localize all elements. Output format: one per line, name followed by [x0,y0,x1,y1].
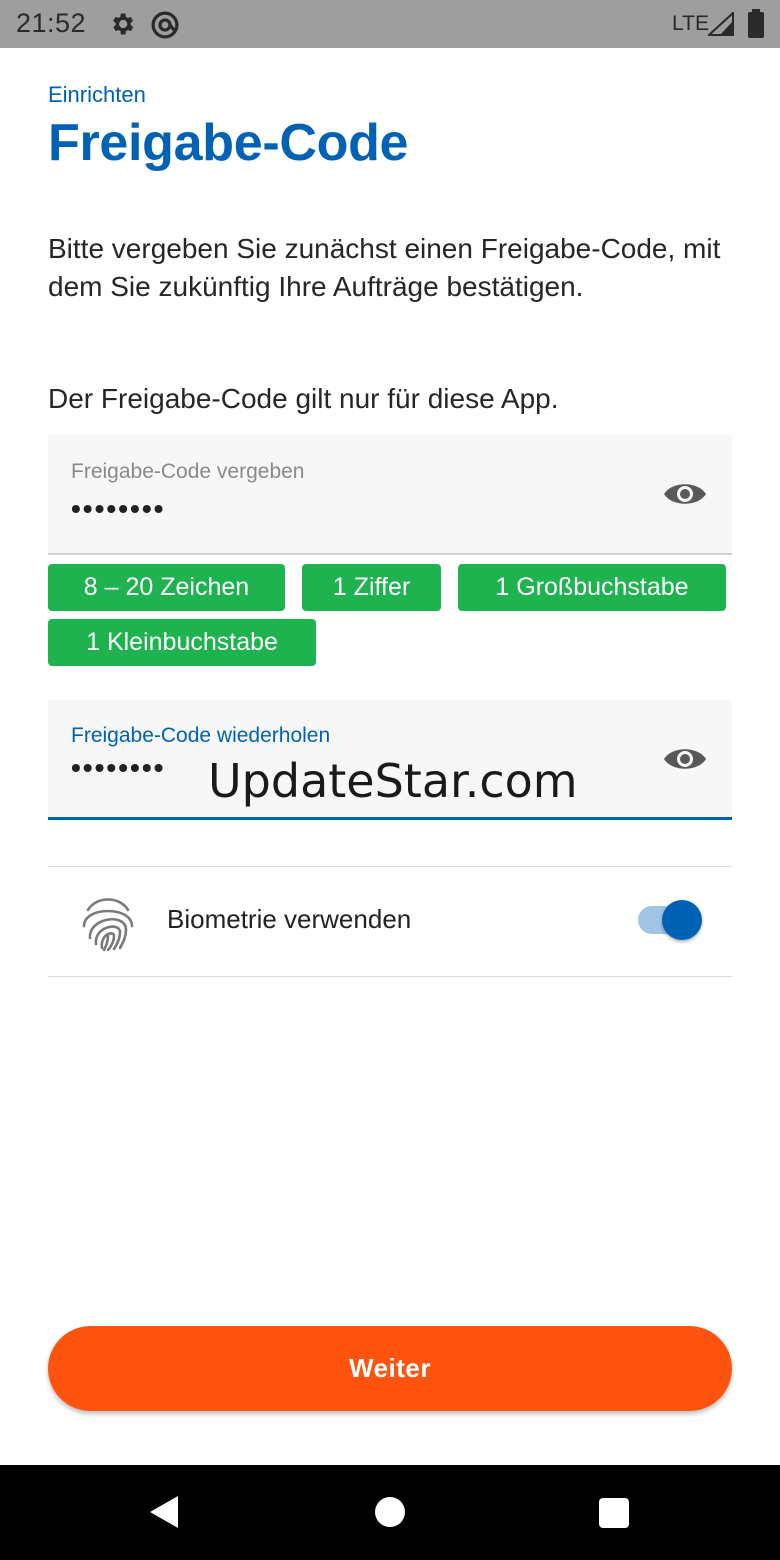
repeat-field-value[interactable]: •••••••• [71,752,165,784]
fingerprint-icon [82,898,134,952]
divider [48,866,732,867]
recent-apps-icon[interactable] [599,1498,629,1528]
eye-icon[interactable] [662,479,708,509]
status-time: 21:52 [16,8,87,38]
code-field-label: Freigabe-Code vergeben [71,460,305,483]
eye-icon[interactable] [662,744,708,774]
continue-button[interactable]: Weiter [48,1326,732,1411]
section-label: Einrichten [48,82,146,107]
requirement-chip-uppercase: 1 Großbuchstabe [458,564,726,611]
intro-text: Bitte vergeben Sie zunächst einen Freiga… [48,233,721,302]
battery-icon [748,9,764,38]
repeat-field-label: Freigabe-Code wiederholen [71,724,331,747]
signal-icon [708,12,734,36]
requirement-chip-lowercase: 1 Kleinbuchstabe [48,619,316,666]
code-field[interactable]: Freigabe-Code vergeben •••••••• [48,435,732,555]
settings-icon [113,13,134,35]
app-scope-note: Der Freigabe-Code gilt nur für diese App… [48,383,559,414]
code-field-value[interactable]: •••••••• [71,493,165,525]
biometrics-label: Biometrie verwenden [167,904,412,934]
repeat-code-field[interactable]: Freigabe-Code wiederholen •••••••• Updat… [48,700,732,820]
biometrics-toggle[interactable] [638,898,704,942]
at-icon [151,11,179,39]
back-icon[interactable] [148,1495,180,1529]
watermark: UpdateStar.com [208,754,578,808]
requirement-chip-digit: 1 Ziffer [302,564,441,611]
home-icon[interactable] [375,1497,405,1527]
status-bar: 21:52 LTE [0,0,780,48]
system-nav-bar [0,1465,780,1560]
toggle-thumb [662,900,702,940]
page-title: Freigabe-Code [48,114,409,172]
divider [48,976,732,977]
requirement-chip-length: 8 – 20 Zeichen [48,564,285,611]
network-type: LTE [672,12,709,35]
